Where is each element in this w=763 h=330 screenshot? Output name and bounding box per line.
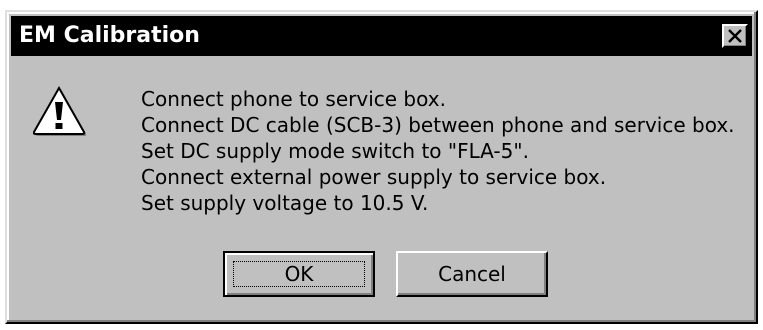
message-text: Connect phone to service box. Connect DC… (141, 86, 735, 216)
message-line: Set DC supply mode switch to "FLA-5". (141, 139, 529, 163)
ok-button-label: OK (284, 262, 314, 286)
close-button[interactable] (722, 24, 748, 48)
message-line: Connect phone to service box. (141, 87, 446, 111)
warning-icon (33, 86, 87, 136)
cancel-button-label: Cancel (438, 262, 506, 286)
window-title: EM Calibration (19, 23, 200, 48)
message-line: Connect external power supply to service… (141, 165, 607, 189)
message-line: Connect DC cable (SCB-3) between phone a… (141, 113, 735, 137)
title-bar[interactable]: EM Calibration (11, 16, 752, 56)
close-icon (728, 29, 742, 43)
ok-button[interactable]: OK (223, 251, 375, 297)
em-calibration-dialog: EM Calibration Connect phone to service … (5, 10, 758, 324)
cancel-button[interactable]: Cancel (396, 251, 548, 297)
message-line: Set supply voltage to 10.5 V. (141, 191, 429, 215)
